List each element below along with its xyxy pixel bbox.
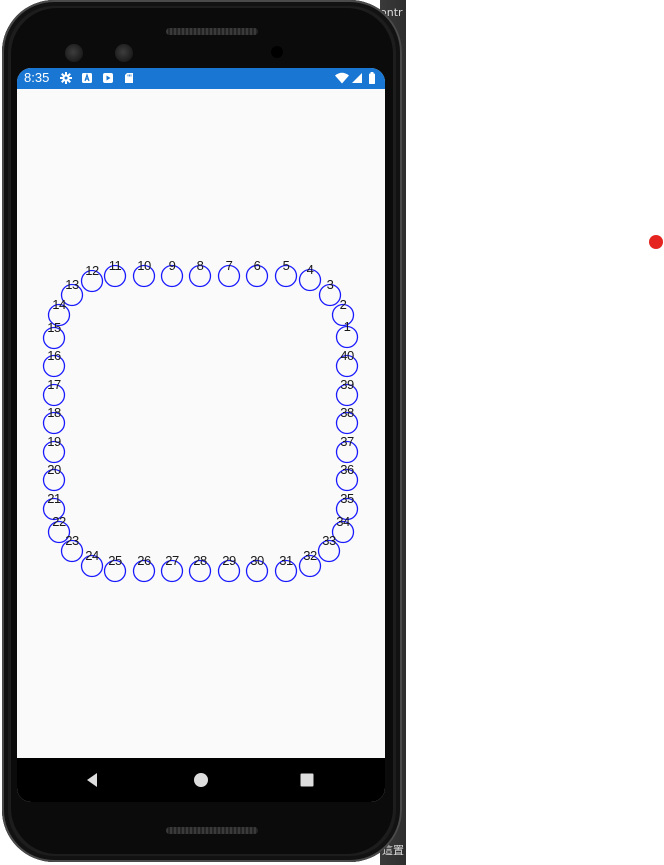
ring-label-1: 1 xyxy=(336,320,358,348)
ring-label-17: 17 xyxy=(43,378,65,406)
ring-label-10: 10 xyxy=(133,259,155,287)
numbered-circle-ring xyxy=(42,264,359,583)
ring-label-text: 32 xyxy=(303,548,317,563)
back-icon[interactable] xyxy=(83,770,103,790)
ring-label-text: 7 xyxy=(225,258,233,273)
ring-label-text: 29 xyxy=(222,553,236,568)
ring-label-31: 31 xyxy=(275,554,297,582)
signal-icon xyxy=(352,73,362,83)
ring-label-text: 4 xyxy=(306,262,314,277)
ring-label-26: 26 xyxy=(133,554,155,582)
battery-icon xyxy=(369,72,375,84)
ring-label-38: 38 xyxy=(336,406,358,434)
ring-label-37: 37 xyxy=(336,435,358,463)
ring-label-text: 35 xyxy=(340,491,354,506)
ring-label-text: 21 xyxy=(47,491,61,506)
ring-label-16: 16 xyxy=(43,349,65,377)
ring-label-text: 9 xyxy=(168,258,176,273)
ring-label-25: 25 xyxy=(104,554,126,582)
ring-label-23: 23 xyxy=(61,534,83,562)
ring-label-24: 24 xyxy=(81,549,103,577)
ring-label-11: 11 xyxy=(104,259,126,287)
settings-icon xyxy=(60,72,72,84)
ring-label-text: 37 xyxy=(340,434,354,449)
bottom-speaker xyxy=(166,827,258,834)
ring-label-39: 39 xyxy=(336,378,358,406)
ring-label-9: 9 xyxy=(161,259,183,287)
ring-label-text: 16 xyxy=(47,348,61,363)
status-bar: 8:35 xyxy=(17,68,385,89)
ring-label-text: 10 xyxy=(137,258,151,273)
ring-label-text: 5 xyxy=(282,258,290,273)
home-icon[interactable] xyxy=(191,770,211,790)
ring-label-2: 2 xyxy=(332,298,354,326)
ring-label-text: 40 xyxy=(340,348,354,363)
ring-label-text: 6 xyxy=(253,258,261,273)
ring-label-text: 27 xyxy=(165,553,179,568)
ring-label-text: 17 xyxy=(47,377,61,392)
a-icon xyxy=(82,73,92,83)
ring-label-34: 34 xyxy=(332,515,354,543)
ring-label-8: 8 xyxy=(189,259,211,287)
wifi-icon xyxy=(335,72,349,84)
ring-label-text: 18 xyxy=(47,405,61,420)
ring-label-text: 15 xyxy=(47,320,61,335)
sd-card-icon xyxy=(125,73,133,83)
ring-label-35: 35 xyxy=(336,492,358,520)
app-content: 1 2 3 4 5 6 7 8 9 10 11 12 13 14 15 16 17 18 19 20 21 22 23 24 2… xyxy=(17,89,385,758)
ring-label-18: 18 xyxy=(43,406,65,434)
ring-label-30: 30 xyxy=(246,554,268,582)
play-store-icon xyxy=(103,73,113,83)
ring-label-text: 20 xyxy=(47,462,61,477)
recents-icon[interactable] xyxy=(297,770,317,790)
ring-label-7: 7 xyxy=(218,259,240,287)
ring-label-text: 11 xyxy=(108,258,122,273)
ring-label-19: 19 xyxy=(43,435,65,463)
ring-label-40: 40 xyxy=(336,349,358,377)
ring-label-text: 28 xyxy=(193,553,207,568)
ring-label-15: 15 xyxy=(43,321,65,349)
ring-label-text: 3 xyxy=(326,277,334,292)
status-time: 8:35 xyxy=(24,70,50,85)
ring-label-text: 22 xyxy=(52,514,66,529)
ring-label-text: 31 xyxy=(279,553,293,568)
ring-label-text: 13 xyxy=(65,277,79,292)
ring-label-4: 4 xyxy=(299,263,321,291)
ring-label-6: 6 xyxy=(246,259,268,287)
ring-label-text: 24 xyxy=(85,548,99,563)
ring-label-text: 39 xyxy=(340,377,354,392)
ring-label-20: 20 xyxy=(43,463,65,491)
ring-label-text: 26 xyxy=(137,553,151,568)
sensor-left-icon xyxy=(65,44,83,62)
ring-label-text: 25 xyxy=(108,553,122,568)
ring-label-28: 28 xyxy=(189,554,211,582)
ring-label-12: 12 xyxy=(81,264,103,292)
ring-label-text: 38 xyxy=(340,405,354,420)
phone-screen: 8:35 1 2 3 4 5 6 7 8 9 10 11 12 13 14 15… xyxy=(17,68,385,802)
red-indicator-dot xyxy=(649,235,663,249)
ring-label-27: 27 xyxy=(161,554,183,582)
sensor-right-icon xyxy=(115,44,133,62)
ring-label-5: 5 xyxy=(275,259,297,287)
ring-label-text: 12 xyxy=(85,263,99,278)
ring-label-text: 30 xyxy=(250,553,264,568)
ring-label-text: 19 xyxy=(47,434,61,449)
top-speaker xyxy=(166,28,258,35)
ring-label-29: 29 xyxy=(218,554,240,582)
ring-label-text: 36 xyxy=(340,462,354,477)
ring-label-33: 33 xyxy=(318,534,340,562)
ring-label-text: 14 xyxy=(52,297,66,312)
navigation-bar xyxy=(17,758,385,802)
front-camera-icon xyxy=(271,46,283,58)
ring-label-text: 23 xyxy=(65,533,79,548)
ring-label-text: 8 xyxy=(196,258,204,273)
ring-label-36: 36 xyxy=(336,463,358,491)
ring-label-3: 3 xyxy=(319,278,341,306)
